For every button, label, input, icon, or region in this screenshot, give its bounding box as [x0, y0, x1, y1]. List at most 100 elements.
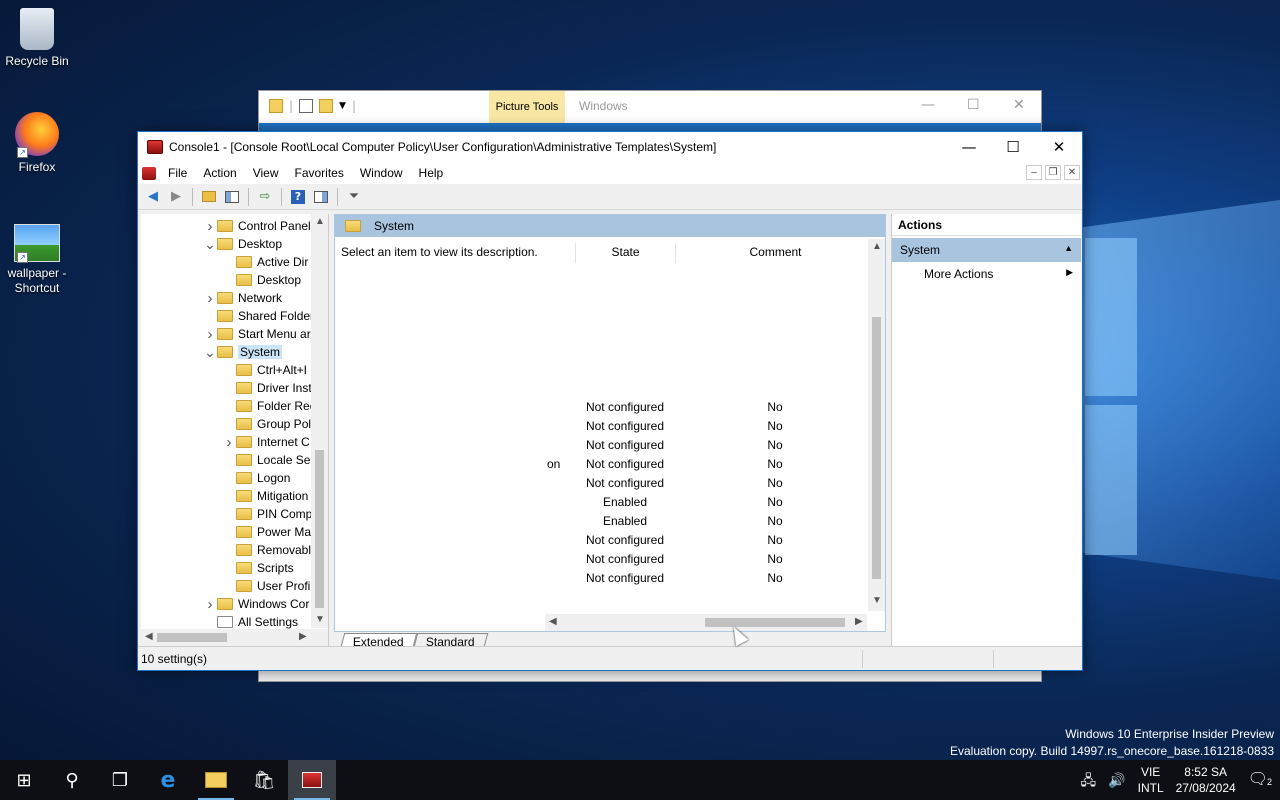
table-row[interactable]: Not configured No: [335, 474, 875, 493]
scroll-thumb[interactable]: [872, 317, 881, 579]
column-header-comment[interactable]: Comment: [675, 243, 875, 263]
column-header-state[interactable]: State: [575, 243, 675, 263]
show-action-pane-icon[interactable]: [311, 188, 331, 206]
menu-favorites[interactable]: Favorites: [287, 166, 352, 180]
desktop-icon-wallpaper-shortcut[interactable]: ↗ wallpaper - Shortcut: [0, 224, 74, 296]
folder-icon[interactable]: [269, 99, 283, 113]
chevron-down-icon[interactable]: ⌄: [203, 236, 217, 253]
chevron-right-icon[interactable]: ›: [203, 326, 217, 343]
input-language[interactable]: VIE INTL: [1138, 764, 1164, 796]
tree-node[interactable]: Folder Rec: [222, 397, 316, 415]
table-row[interactable]: Not configured No: [335, 550, 875, 569]
taskbar-file-explorer[interactable]: [192, 760, 240, 800]
menu-window[interactable]: Window: [352, 166, 411, 180]
tree-node[interactable]: Locale Ser: [222, 451, 314, 469]
tree-node[interactable]: Shared Folder: [203, 307, 314, 325]
maximize-button[interactable]: ☐: [990, 132, 1036, 162]
up-folder-icon[interactable]: [199, 188, 219, 206]
table-row[interactable]: Not configured No: [335, 417, 875, 436]
tree-node[interactable]: Active Dir: [222, 253, 308, 271]
scroll-right-icon[interactable]: ▶: [855, 616, 863, 627]
tree-node[interactable]: User Profi: [222, 577, 310, 595]
menu-action[interactable]: Action: [195, 166, 244, 180]
back-icon[interactable]: ◀: [143, 188, 163, 206]
desktop-icon-firefox[interactable]: ↗ Firefox: [0, 112, 74, 175]
scroll-left-icon[interactable]: ◀: [549, 616, 557, 627]
scroll-down-icon[interactable]: ▼: [315, 614, 325, 625]
tree-node[interactable]: › Control Panel: [203, 217, 311, 235]
task-view-button[interactable]: ❐: [96, 760, 144, 800]
chevron-down-icon[interactable]: ⌄: [203, 344, 217, 361]
search-button[interactable]: ⚲: [48, 760, 96, 800]
tree-node[interactable]: Removabl: [222, 541, 311, 559]
scroll-up-icon[interactable]: ▲: [872, 241, 882, 252]
close-icon[interactable]: ✕: [1013, 97, 1025, 113]
console-tree[interactable]: › Control Panel ⌄ Desktop Active Dir Desktop ›…: [141, 214, 329, 646]
details-horizontal-scrollbar[interactable]: ◀ ▶: [545, 614, 867, 631]
taskbar-store[interactable]: 🛍: [240, 760, 288, 800]
properties-icon[interactable]: [299, 99, 314, 113]
scroll-up-icon[interactable]: ▲: [315, 216, 325, 227]
tree-node[interactable]: Logon: [222, 469, 290, 487]
desktop-icon-recycle-bin[interactable]: Recycle Bin: [0, 8, 74, 69]
chevron-right-icon[interactable]: ›: [203, 596, 217, 613]
show-hide-tree-icon[interactable]: [222, 188, 242, 206]
action-center-button[interactable]: 🗨 2: [1248, 772, 1272, 788]
menu-help[interactable]: Help: [411, 166, 452, 180]
scroll-down-icon[interactable]: ▼: [872, 595, 882, 606]
network-icon[interactable]: 🖧: [1081, 772, 1097, 788]
table-row[interactable]: Not configured No: [335, 569, 875, 588]
chevron-down-icon[interactable]: ▼: [339, 101, 346, 111]
scroll-left-icon[interactable]: ◀: [145, 631, 153, 642]
tree-node[interactable]: Scripts: [222, 559, 294, 577]
tree-node[interactable]: Group Pol: [222, 415, 311, 433]
tree-node[interactable]: ⌄ System: [203, 343, 283, 361]
new-folder-icon[interactable]: [319, 99, 334, 113]
maximize-icon[interactable]: ☐: [967, 97, 980, 113]
collapse-icon[interactable]: ▲: [1064, 243, 1073, 253]
tree-node[interactable]: › Internet C: [222, 433, 310, 451]
taskbar-edge[interactable]: e: [144, 760, 192, 800]
details-vertical-scrollbar[interactable]: ▲ ▼: [868, 239, 885, 611]
tree-horizontal-scrollbar[interactable]: ◀ ▶: [141, 629, 328, 646]
tree-node[interactable]: › Start Menu ar: [203, 325, 311, 343]
mdi-restore-icon[interactable]: ❐: [1045, 165, 1061, 180]
tree-node[interactable]: Ctrl+Alt+I: [222, 361, 307, 379]
console-doc-icon[interactable]: [142, 166, 156, 180]
chevron-right-icon[interactable]: ›: [203, 218, 217, 235]
filter-icon[interactable]: ⏷: [344, 188, 364, 206]
details-pane[interactable]: System Select an item to view its descri…: [334, 214, 886, 632]
table-row[interactable]: Not configured No: [335, 436, 875, 455]
tree-node[interactable]: ⌄ Desktop: [203, 235, 282, 253]
chevron-right-icon[interactable]: ›: [222, 434, 236, 451]
minimize-button[interactable]: —: [946, 132, 992, 162]
tree-node[interactable]: PIN Comp: [222, 505, 312, 523]
scroll-right-icon[interactable]: ▶: [299, 631, 307, 642]
tree-vertical-scrollbar[interactable]: ▲ ▼: [311, 214, 328, 628]
table-row[interactable]: Not configured No: [335, 531, 875, 550]
table-row[interactable]: Enabled No: [335, 493, 875, 512]
mmc-console-window[interactable]: Console1 - [Console Root\Local Computer …: [137, 131, 1083, 671]
scroll-thumb[interactable]: [315, 450, 324, 608]
tree-node[interactable]: Driver Inst: [222, 379, 312, 397]
tree-node[interactable]: Power Ma: [222, 523, 311, 541]
tree-node[interactable]: Mitigation: [222, 487, 308, 505]
table-row[interactable]: on Not configured No: [335, 455, 875, 474]
help-icon[interactable]: ?: [288, 188, 308, 206]
mdi-minimize-icon[interactable]: –: [1026, 165, 1042, 180]
tree-node[interactable]: Desktop: [222, 271, 301, 289]
tree-node[interactable]: › Windows Cor: [203, 595, 310, 613]
scroll-thumb[interactable]: [157, 633, 227, 642]
table-row[interactable]: Not configured No: [335, 398, 875, 417]
export-list-icon[interactable]: ⇨: [255, 188, 275, 206]
ribbon-tabs[interactable]: [259, 123, 1041, 131]
volume-icon[interactable]: 🔊: [1108, 772, 1125, 788]
close-button[interactable]: ✕: [1036, 132, 1082, 162]
scroll-thumb[interactable]: [705, 618, 845, 627]
mdi-close-icon[interactable]: ✕: [1064, 165, 1080, 180]
menu-view[interactable]: View: [245, 166, 287, 180]
picture-tools-tab[interactable]: Picture Tools: [489, 91, 565, 123]
taskbar-mmc[interactable]: [288, 760, 336, 800]
table-row[interactable]: Enabled No: [335, 512, 875, 531]
action-more-actions[interactable]: More Actions ▶: [892, 262, 1081, 286]
